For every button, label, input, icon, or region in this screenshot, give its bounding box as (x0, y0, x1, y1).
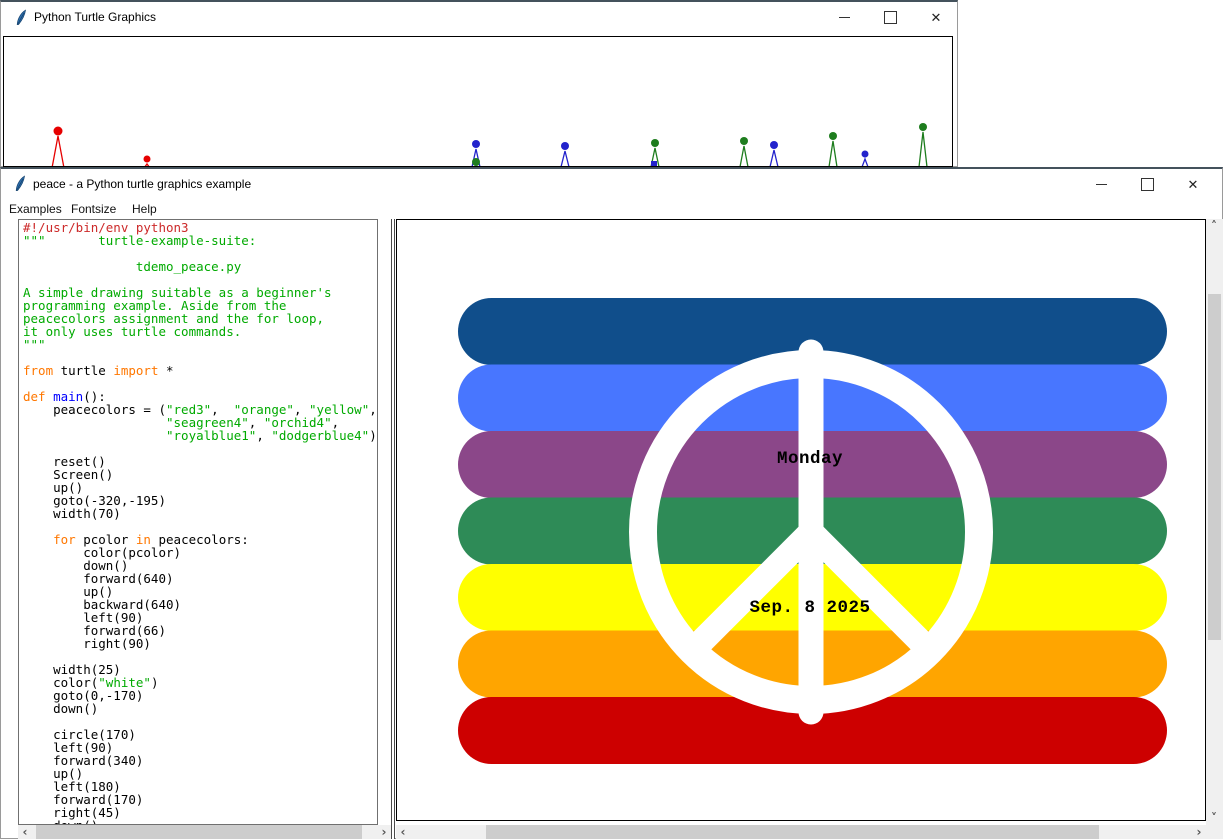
turtle-figure (829, 132, 837, 166)
code-line: right(90) (23, 637, 377, 650)
code-line: width(70) (23, 507, 377, 520)
scrollbar-corner (1206, 825, 1223, 839)
window-title: Python Turtle Graphics (34, 10, 156, 24)
maximize-button[interactable] (1132, 169, 1162, 199)
turtle-figure (770, 141, 778, 166)
turtle-figure (740, 137, 748, 166)
turtle-graphics-window: Python Turtle Graphics ✕ (0, 0, 958, 167)
turtle-figure (561, 142, 569, 166)
pane-sash[interactable] (391, 219, 395, 839)
menu-help[interactable]: Help (132, 202, 157, 216)
scroll-thumb[interactable] (1208, 294, 1221, 640)
menu-examples[interactable]: Examples (9, 202, 62, 216)
code-line: """ (23, 338, 377, 351)
canvas-text: Monday (777, 449, 843, 469)
canvas-hscrollbar[interactable]: ‹ › (396, 825, 1206, 839)
turtle-canvas (3, 36, 953, 167)
peace-demo-window: peace - a Python turtle graphics example… (0, 167, 1223, 839)
window-controls: ✕ (829, 2, 959, 32)
turtle-figure (472, 140, 480, 166)
turtle-figures (4, 37, 952, 166)
code-text: #!/usr/bin/env python3""" turtle-example… (23, 221, 377, 825)
code-hscrollbar[interactable]: ‹ › (18, 825, 391, 839)
tk-feather-icon (14, 9, 28, 26)
menubar: Examples Fontsize Help (1, 199, 1222, 220)
scroll-right-icon[interactable]: › (1192, 825, 1206, 839)
scroll-left-icon[interactable]: ‹ (18, 825, 32, 839)
drawing-canvas: Monday Sep. 8 2025 (396, 219, 1206, 821)
code-line: down() (23, 702, 377, 715)
turtle-figure (144, 156, 151, 167)
canvas-vscrollbar[interactable]: ˄ ˅ (1206, 219, 1223, 825)
minimize-button[interactable] (1086, 169, 1116, 199)
peace-titlebar: peace - a Python turtle graphics example… (1, 169, 1222, 199)
code-line: "royalblue1", "dodgerblue4") (23, 429, 377, 442)
close-button[interactable]: ✕ (921, 2, 951, 32)
code-line: """ turtle-example-suite: (23, 234, 377, 247)
maximize-icon (884, 11, 897, 24)
scroll-thumb[interactable] (36, 825, 362, 839)
code-line: tdemo_peace.py (23, 260, 377, 273)
turtle-figure (919, 123, 927, 166)
turtle-figure (52, 127, 64, 167)
scroll-up-icon[interactable]: ˄ (1207, 219, 1221, 233)
close-icon: ✕ (931, 11, 942, 24)
turtle-figure (651, 139, 659, 166)
maximize-icon (1141, 178, 1154, 191)
tk-feather-icon (13, 175, 27, 192)
close-button[interactable]: ✕ (1178, 169, 1208, 199)
code-pane[interactable]: #!/usr/bin/env python3""" turtle-example… (18, 219, 378, 825)
scroll-down-icon[interactable]: ˅ (1207, 811, 1221, 825)
code-line: it only uses turtle commands. (23, 325, 377, 338)
peace-drawing: Monday Sep. 8 2025 (397, 220, 1205, 820)
maximize-button[interactable] (875, 2, 905, 32)
canvas-text: Sep. 8 2025 (749, 598, 870, 618)
turtle-figure (862, 151, 869, 167)
code-line: from turtle import * (23, 364, 377, 377)
close-icon: ✕ (1188, 178, 1199, 191)
window-title: peace - a Python turtle graphics example (33, 177, 251, 191)
scroll-thumb[interactable] (486, 825, 1099, 839)
scroll-right-icon[interactable]: › (377, 825, 391, 839)
minimize-icon (839, 17, 850, 18)
window-controls: ✕ (1086, 169, 1216, 199)
scroll-left-icon[interactable]: ‹ (396, 825, 410, 839)
desktop: Python Turtle Graphics ✕ peace - a Pytho… (0, 0, 1223, 839)
turtle-graphics-titlebar: Python Turtle Graphics ✕ (1, 2, 957, 32)
minimize-button[interactable] (829, 2, 859, 32)
menu-fontsize[interactable]: Fontsize (71, 202, 116, 216)
minimize-icon (1096, 184, 1107, 185)
